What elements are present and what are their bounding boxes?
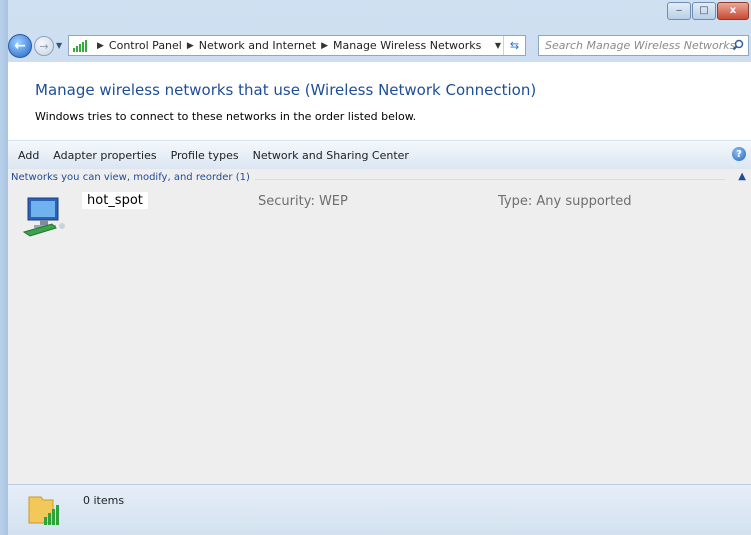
breadcrumb-control-panel[interactable]: Control Panel <box>109 39 182 52</box>
address-bar[interactable]: ▶ Control Panel ▶ Network and Internet ▶… <box>68 35 526 56</box>
command-bar: Add Adapter properties Profile types Net… <box>8 140 751 170</box>
maximize-button[interactable]: □ <box>692 2 716 20</box>
window-frame <box>0 0 8 535</box>
breadcrumb-manage-wireless-networks[interactable]: Manage Wireless Networks <box>333 39 481 52</box>
recent-pages-dropdown-icon[interactable]: ▼ <box>56 41 62 50</box>
back-arrow-icon: ← <box>14 38 26 54</box>
refresh-button[interactable]: ⇆ <box>503 36 525 55</box>
forward-arrow-icon: → <box>39 39 49 53</box>
close-button[interactable]: x <box>717 2 749 20</box>
adapter-properties-button[interactable]: Adapter properties <box>53 149 156 162</box>
group-divider <box>255 179 725 180</box>
chevron-right-icon[interactable]: ▶ <box>321 41 328 51</box>
wireless-folder-icon <box>28 496 59 525</box>
search-placeholder: Search Manage Wireless Networks <box>545 39 736 52</box>
forward-button[interactable]: → <box>34 36 54 56</box>
add-button[interactable]: Add <box>18 149 39 162</box>
page-subtitle: Windows tries to connect to these networ… <box>35 110 417 123</box>
breadcrumb-network-and-internet[interactable]: Network and Internet <box>199 39 316 52</box>
address-dropdown-icon[interactable]: ▼ <box>495 41 501 50</box>
network-list: Networks you can view, modify, and reord… <box>8 169 751 484</box>
signal-icon <box>73 39 88 52</box>
navigation-bar: ← → ▼ ▶ Control Panel ▶ Network and Inte… <box>8 34 751 58</box>
minimize-button[interactable]: ‒ <box>667 2 691 20</box>
search-input[interactable]: Search Manage Wireless Networks <box>538 35 749 56</box>
item-count: 0 items <box>83 494 125 507</box>
chevron-right-icon[interactable]: ▶ <box>97 41 104 51</box>
network-security: Security: WEP <box>258 194 348 209</box>
network-and-sharing-center-button[interactable]: Network and Sharing Center <box>253 149 409 162</box>
back-button[interactable]: ← <box>8 34 32 58</box>
search-icon[interactable] <box>732 39 744 51</box>
refresh-icon: ⇆ <box>509 39 520 52</box>
maximize-icon: □ <box>699 5 709 16</box>
network-name: hot_spot <box>82 192 148 209</box>
caption-buttons: ‒ □ x <box>666 2 749 20</box>
explorer-window: ‒ □ x ← → ▼ ▶ Control Panel ▶ Network an… <box>0 0 751 535</box>
profile-types-button[interactable]: Profile types <box>171 149 239 162</box>
minimize-icon: ‒ <box>675 5 683 16</box>
close-icon: x <box>729 5 737 16</box>
content-area: Manage wireless networks that use (Wirel… <box>8 62 751 535</box>
network-row-hot-spot[interactable]: hot_spot Security: WEP Type: Any support… <box>22 189 742 249</box>
network-type: Type: Any supported <box>498 194 632 209</box>
page-header: Manage wireless networks that use (Wirel… <box>8 62 751 140</box>
collapse-group-icon[interactable]: ▲ <box>738 171 746 182</box>
help-icon[interactable]: ? <box>732 147 746 161</box>
wireless-network-icon <box>22 197 65 237</box>
page-title: Manage wireless networks that use (Wirel… <box>35 81 537 99</box>
chevron-right-icon[interactable]: ▶ <box>187 41 194 51</box>
details-pane: 0 items <box>8 484 751 535</box>
group-header[interactable]: Networks you can view, modify, and reord… <box>11 172 250 183</box>
